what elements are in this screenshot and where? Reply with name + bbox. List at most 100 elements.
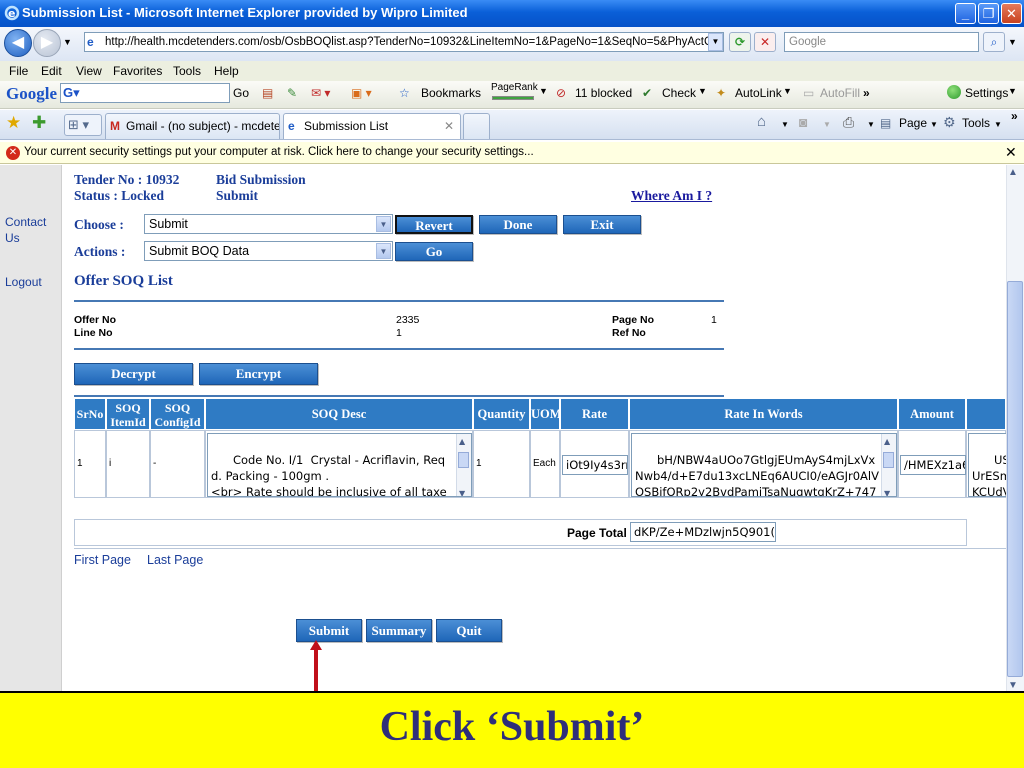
page-menu-button[interactable]: Page (899, 116, 927, 130)
tools-dropdown-icon[interactable]: ▼ (994, 120, 1002, 129)
forward-button[interactable]: ▶ (33, 29, 61, 57)
security-infobar[interactable]: Your current security settings put your … (0, 142, 1024, 164)
close-tab-icon[interactable]: ✕ (444, 114, 454, 138)
header-amount: Amount (898, 398, 966, 430)
exit-button[interactable]: Exit (563, 215, 641, 234)
logout-link[interactable]: Logout (5, 275, 42, 289)
quick-tabs-icon[interactable]: ⊞ ▾ (64, 114, 102, 136)
extra-textarea[interactable]: USVUrESmuKCUdVBKPbo (968, 433, 1006, 497)
desc-textarea[interactable]: Code No. I/1 Crystal - Acriflavin, Reqd.… (207, 433, 472, 497)
rate-words-scrollbar[interactable]: ▲ ▼ (881, 434, 896, 496)
tools-menu-button[interactable]: Tools (962, 116, 990, 130)
menu-edit[interactable]: Edit (41, 64, 62, 78)
more-chevron-icon[interactable]: » (863, 86, 870, 100)
actions-select[interactable]: Submit BOQ Data ▼ (144, 241, 393, 261)
infobar-close-icon[interactable]: ✕ (1005, 144, 1017, 161)
ie-page-icon: e (288, 119, 295, 133)
home-icon[interactable]: ⌂ (757, 113, 766, 130)
scroll-thumb[interactable] (1007, 281, 1023, 677)
stop-icon[interactable]: ✕ (754, 32, 776, 52)
google-search-input[interactable]: G▾ (60, 83, 230, 103)
divider (74, 395, 724, 397)
submit-button[interactable]: Submit (296, 619, 362, 642)
shield-warning-icon: ✕ (6, 146, 20, 160)
autolink-dropdown-icon[interactable]: ▼ (783, 86, 792, 96)
maximize-button[interactable]: ❐ (978, 3, 999, 24)
highlight-icon[interactable]: ✎ (287, 86, 297, 100)
settings-dropdown-icon[interactable]: ▼ (1008, 86, 1017, 96)
search-input[interactable]: Google (784, 32, 979, 52)
done-button[interactable]: Done (479, 215, 557, 234)
encrypt-button[interactable]: Encrypt (199, 363, 318, 385)
autolink-button[interactable]: AutoLink (735, 86, 782, 100)
feeds-icon[interactable]: ◙ (799, 114, 807, 130)
mail-icon[interactable]: ✉ ▾ (311, 86, 330, 100)
scroll-down-icon[interactable]: ▼ (1008, 680, 1018, 691)
divider (74, 348, 724, 350)
autolink-icon: ✦ (716, 86, 727, 100)
scroll-down-icon[interactable]: ▼ (884, 486, 890, 496)
revert-button[interactable]: Revert (395, 215, 473, 234)
choose-select[interactable]: Submit ▼ (144, 214, 393, 234)
cell-amount: /HMEXz1a6 (898, 430, 966, 498)
summary-button[interactable]: Summary (366, 619, 432, 642)
close-button[interactable]: ✕ (1001, 3, 1022, 24)
toolbar-more-chevron-icon[interactable]: » (1011, 109, 1018, 123)
amount-input[interactable]: /HMEXz1a6 (900, 455, 966, 475)
blocked-count[interactable]: 11 blocked (575, 86, 632, 100)
scroll-up-icon[interactable]: ▲ (459, 434, 465, 450)
menu-favorites[interactable]: Favorites (113, 64, 162, 78)
settings-button[interactable]: Settings (965, 86, 1008, 100)
autofill-button[interactable]: AutoFill (820, 86, 860, 100)
home-dropdown-icon[interactable]: ▼ (781, 120, 789, 129)
gear-icon: ⚙ (943, 114, 956, 130)
back-button[interactable]: ◀ (4, 29, 32, 57)
desc-scrollbar[interactable]: ▲ ▼ (456, 434, 471, 496)
address-input[interactable]: http://health.mcdetenders.com/osb/OsbBOQ… (84, 32, 724, 52)
scroll-up-icon[interactable]: ▲ (884, 434, 890, 450)
feeds-dropdown-icon[interactable]: ▼ (823, 120, 831, 129)
scroll-down-icon[interactable]: ▼ (459, 486, 465, 496)
go-button[interactable]: Go (395, 242, 473, 261)
print-icon[interactable]: ⎙ (843, 114, 854, 131)
pagerank-label[interactable]: PageRank (491, 82, 538, 93)
new-tab-button[interactable] (463, 113, 490, 139)
scroll-up-icon[interactable]: ▲ (1008, 167, 1018, 178)
last-page-link[interactable]: Last Page (147, 553, 203, 567)
scroll-thumb[interactable] (883, 452, 894, 468)
actions-label: Actions : (74, 244, 126, 259)
check-button[interactable]: Check (662, 86, 696, 100)
contact-us-link[interactable]: Contact Us (5, 214, 57, 246)
rate-words-textarea[interactable]: bH/NBW4aUOo7GtlgjEUmAyS4mjLxVxNwb4/d+E7d… (631, 433, 897, 497)
print-dropdown-icon[interactable]: ▼ (867, 120, 875, 129)
search-icon[interactable]: ⌕ (983, 32, 1005, 52)
check-dropdown-icon[interactable]: ▼ (698, 86, 707, 96)
address-dropdown-icon[interactable]: ▼ (708, 33, 723, 51)
menu-view[interactable]: View (76, 64, 102, 78)
scroll-thumb[interactable] (458, 452, 469, 468)
favorites-star-icon[interactable]: ★ (6, 113, 21, 133)
bookmarks-button[interactable]: Bookmarks (421, 86, 481, 100)
menu-file[interactable]: File (9, 64, 28, 78)
where-am-i-link[interactable]: Where Am I ? (631, 188, 712, 204)
page-total-input[interactable]: dKP/Ze+MDzlwjn5Q901( (630, 522, 776, 542)
first-page-link[interactable]: First Page (74, 553, 131, 567)
pagerank-dropdown-icon[interactable]: ▼ (539, 86, 548, 96)
menu-tools[interactable]: Tools (173, 64, 201, 78)
menu-help[interactable]: Help (214, 64, 239, 78)
history-dropdown-icon[interactable]: ▼ (63, 37, 72, 47)
news-icon[interactable]: ▤ (262, 86, 273, 100)
google-go-button[interactable]: Go (233, 86, 249, 100)
cell-extra: USVUrESmuKCUdVBKPbo (966, 430, 1006, 498)
rate-input[interactable]: iOt9Iy4s3rr (562, 455, 628, 475)
search-options-icon[interactable]: ▼ (1008, 37, 1017, 47)
tab-submission-list[interactable]: e Submission List ✕ (283, 113, 461, 139)
page-dropdown-icon[interactable]: ▼ (930, 120, 938, 129)
decrypt-button[interactable]: Decrypt (74, 363, 193, 385)
quit-button[interactable]: Quit (436, 619, 502, 642)
add-favorite-icon[interactable]: ✚ (32, 113, 46, 133)
refresh-icon[interactable]: ⟳ (729, 32, 751, 52)
minimize-button[interactable]: _ (955, 3, 976, 24)
tab-gmail[interactable]: M Gmail - (no subject) - mcdete... (105, 113, 280, 139)
toolbar-options-icon[interactable]: ▣ ▾ (351, 86, 372, 100)
